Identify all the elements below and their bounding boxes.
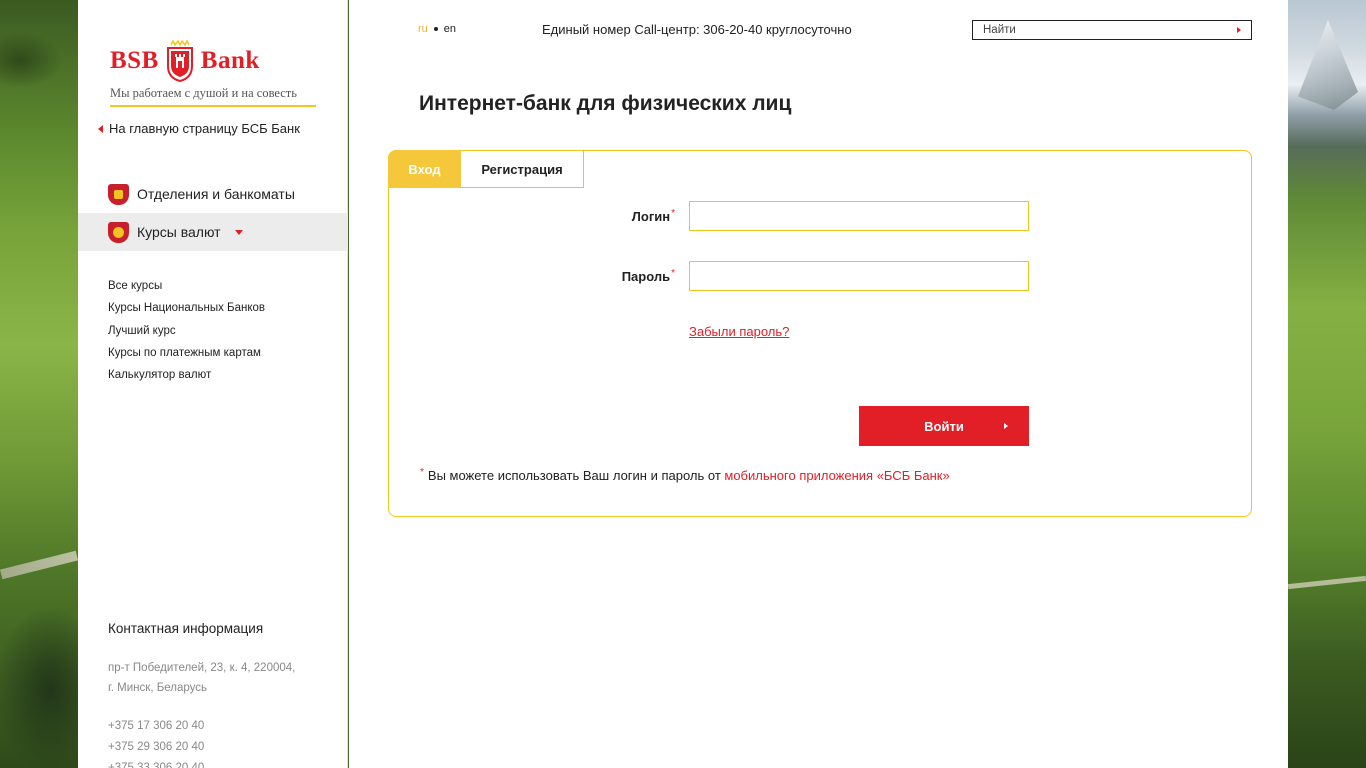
lang-en-link[interactable]: en xyxy=(444,23,456,35)
sidebar-item-branches[interactable]: Отделения и банкоматы xyxy=(78,175,348,213)
home-page-link[interactable]: На главную страницу БСБ Банк xyxy=(98,121,300,136)
login-panel: Вход Регистрация Логин* Пароль* Забыли п… xyxy=(388,150,1252,517)
main-content: ru en Единый номер Call-центр: 306-20-40… xyxy=(349,0,1288,768)
sidebar-item-label: Отделения и банкоматы xyxy=(137,186,295,202)
tagline: Мы работаем с душой и на совесть xyxy=(110,84,316,107)
submenu-item-calculator[interactable]: Калькулятор валют xyxy=(108,366,265,388)
search-submit-icon[interactable] xyxy=(1237,27,1241,33)
contact-phones: +375 17 306 20 40 +375 29 306 20 40 +375… xyxy=(108,716,204,768)
password-row: Пароль* xyxy=(585,261,1029,291)
phone-number[interactable]: +375 33 306 20 40 xyxy=(108,758,204,768)
search-box xyxy=(972,20,1252,40)
tab-registration[interactable]: Регистрация xyxy=(461,150,584,188)
login-input[interactable] xyxy=(689,201,1029,231)
submenu-item-best-rate[interactable]: Лучший курс xyxy=(108,322,265,344)
forgot-password-link[interactable]: Забыли пароль? xyxy=(689,324,789,339)
password-label: Пароль* xyxy=(585,267,675,284)
login-button-label: Войти xyxy=(924,418,964,434)
sidebar-item-currency-rates[interactable]: Курсы валют xyxy=(78,213,348,251)
currency-rates-icon xyxy=(108,221,129,243)
callcenter-info: Единый номер Call-центр: 306-20-40 кругл… xyxy=(542,22,852,37)
required-mark: * xyxy=(420,467,424,478)
logo-text-right: Bank xyxy=(200,47,260,74)
search-input[interactable] xyxy=(973,21,1237,39)
required-mark: * xyxy=(671,207,675,219)
required-mark: * xyxy=(671,267,675,279)
login-button[interactable]: Войти xyxy=(859,406,1029,446)
branches-icon xyxy=(108,183,129,205)
login-note: * Вы можете использовать Ваш логин и паро… xyxy=(419,467,950,483)
mobile-app-link[interactable]: мобильного приложения «БСБ Банк» xyxy=(724,468,949,483)
submenu-item-card-rates[interactable]: Курсы по платежным картам xyxy=(108,344,265,366)
currency-submenu: Все курсы Курсы Национальных Банков Лучш… xyxy=(108,277,265,388)
note-text: Вы можете использовать Ваш логин и парол… xyxy=(427,468,725,483)
sidebar-item-label: Курсы валют xyxy=(137,224,221,240)
background-road xyxy=(0,550,79,580)
crest-icon xyxy=(165,39,195,83)
background-path xyxy=(1287,575,1366,590)
lang-ru-link[interactable]: ru xyxy=(418,23,428,35)
contact-address: пр-т Победителей, 23, к. 4, 220004, г. М… xyxy=(108,658,295,698)
contact-title: Контактная информация xyxy=(108,621,264,636)
arrow-left-icon xyxy=(98,124,103,133)
background-landscape-left xyxy=(0,0,79,768)
login-row: Логин* xyxy=(585,201,1029,231)
background-landscape-right xyxy=(1287,0,1366,768)
auth-tabs: Вход Регистрация xyxy=(388,150,584,188)
chevron-down-icon xyxy=(234,229,243,235)
logo-row: BSB Bank xyxy=(110,38,316,84)
login-label-text: Логин xyxy=(631,208,671,224)
home-page-link-label: На главную страницу БСБ Банк xyxy=(109,121,300,136)
bsb-bank-logo[interactable]: BSB Bank Мы работаем с душой и на совест… xyxy=(110,38,316,108)
logo-text-left: BSB xyxy=(110,47,159,74)
password-label-text: Пароль xyxy=(621,268,671,284)
password-input[interactable] xyxy=(689,261,1029,291)
background-mountain xyxy=(1298,20,1358,110)
arrow-right-icon xyxy=(1004,423,1008,429)
phone-number[interactable]: +375 17 306 20 40 xyxy=(108,716,204,737)
tab-login[interactable]: Вход xyxy=(388,150,461,188)
submenu-item-all-rates[interactable]: Все курсы xyxy=(108,277,265,299)
sidebar: BSB Bank Мы работаем с душой и на совест… xyxy=(78,0,348,768)
phone-number[interactable]: +375 29 306 20 40 xyxy=(108,737,204,758)
language-switcher: ru en xyxy=(418,23,456,35)
address-line: пр-т Победителей, 23, к. 4, 220004, xyxy=(108,662,296,674)
login-label: Логин* xyxy=(585,207,675,224)
submenu-item-national-banks[interactable]: Курсы Национальных Банков xyxy=(108,299,265,321)
page-title: Интернет-банк для физических лиц xyxy=(419,92,792,115)
separator-dot xyxy=(433,27,438,31)
address-line: г. Минск, Беларусь xyxy=(108,682,208,694)
